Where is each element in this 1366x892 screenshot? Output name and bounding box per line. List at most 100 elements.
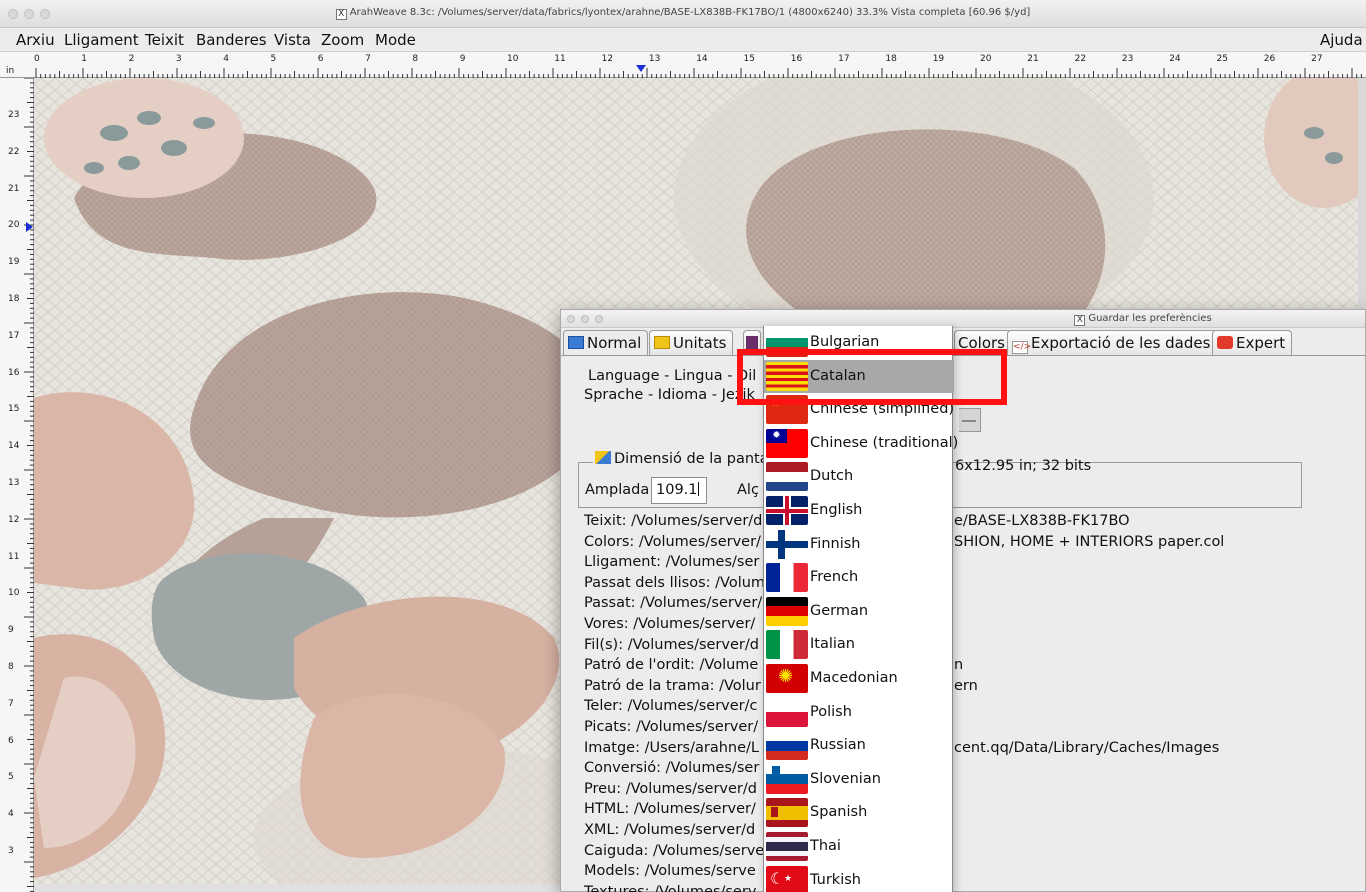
ruler-label: 17 <box>838 54 850 64</box>
width-value: 109.1 <box>656 482 698 498</box>
language-option[interactable]: German <box>764 595 954 629</box>
language-option-label: German <box>810 602 869 619</box>
language-option[interactable]: Thai <box>764 830 954 864</box>
tab-units[interactable]: Unitats <box>649 330 734 356</box>
menu-lligament[interactable]: Lligament <box>64 31 139 49</box>
ruler-label-vertical: 7 <box>8 698 14 709</box>
path-row-label: Imatge: /Users/arahne/L <box>584 739 759 756</box>
ruler-label: 3 <box>175 54 182 64</box>
ruler-position-marker-vertical-icon <box>26 222 33 232</box>
ruler-label-vertical: 10 <box>8 588 20 599</box>
ruler-label: 0 <box>34 54 40 64</box>
language-option[interactable]: Slovenian <box>764 763 954 797</box>
language-option[interactable]: ✹ Chinese (traditional) <box>764 427 958 461</box>
menu-zoom[interactable]: Zoom <box>321 31 364 49</box>
path-row-label: Preu: /Volumes/server/d <box>584 780 757 797</box>
ruler-label: 7 <box>365 54 371 64</box>
path-row-label: Colors: /Volumes/server/ <box>584 533 761 550</box>
ruler-label: 1 <box>81 54 88 64</box>
menu-help[interactable]: Ajuda <box>1320 31 1363 49</box>
language-option-label: Thai <box>810 838 841 854</box>
path-row-value: cent.qq/Data/Library/Caches/Images <box>954 739 1220 756</box>
ruler-label-vertical: 15 <box>8 404 20 415</box>
ruler-label-vertical: 14 <box>8 441 20 452</box>
ruler-label-vertical: 11 <box>8 551 20 562</box>
language-option[interactable]: ☾ ★ Turkish <box>764 864 954 892</box>
language-option-label: Turkish <box>810 871 861 888</box>
path-row-label: HTML: /Volumes/server/ <box>584 801 756 818</box>
language-option-label: Macedonian <box>810 670 898 686</box>
ruler-label: 21 <box>1027 54 1039 64</box>
path-row-label: Passat dels llisos: /Volum <box>584 574 766 591</box>
width-input[interactable]: 109.1 <box>651 477 707 504</box>
tab-expert[interactable]: Expert <box>1212 330 1293 356</box>
width-label: Amplada <box>585 482 650 498</box>
ruler-label-vertical: 22 <box>8 146 20 157</box>
language-option-label: Slovenian <box>810 770 881 787</box>
language-option[interactable]: Polish <box>764 696 954 730</box>
tab-normal[interactable]: Normal <box>563 330 649 356</box>
ruler-label-vertical: 21 <box>8 183 20 194</box>
horizontal-ruler[interactable]: in 0 1 2 3 4 5 6 7 8 9 10 11 12 13 14 15 16 17 18 19 20 21 22 2… <box>0 52 1366 78</box>
dialog-titlebar: X Guardar les preferències <box>561 310 1365 328</box>
flag-russia-icon <box>766 731 808 761</box>
language-option-label: Spanish <box>810 804 868 821</box>
dialog-title: Guardar les preferències <box>1088 313 1212 324</box>
path-row-label: Teler: /Volumes/server/c <box>584 698 758 715</box>
ruler-label: 16 <box>790 54 803 64</box>
language-option[interactable]: Dutch <box>764 460 954 494</box>
ruler-label: 2 <box>128 54 135 64</box>
ruler-label: 11 <box>554 54 566 64</box>
language-option-label: Bulgarian <box>810 334 880 350</box>
ruler-unit: in <box>6 66 15 76</box>
flag-macedonia-icon: ✺ <box>766 664 808 693</box>
language-dropdown-list[interactable]: Bulgarian Catalan ★ Chinese (simplified) ✹ Ch… <box>763 326 958 892</box>
menu-teixit[interactable]: Teixit <box>145 31 184 49</box>
ruler-label: 6 <box>317 54 324 64</box>
language-option[interactable]: Russian <box>764 729 954 763</box>
flag-thailand-icon <box>766 832 808 861</box>
language-combo-button[interactable] <box>959 408 981 432</box>
language-option[interactable]: ✺ Macedonian <box>764 662 954 696</box>
path-row-label: Conversió: /Volumes/ser <box>584 760 760 777</box>
menu-banderes[interactable]: Banderes <box>196 31 267 49</box>
ruler-label-vertical: 23 <box>8 110 20 120</box>
path-row-label: Lligament: /Volumes/ser <box>584 554 760 571</box>
path-row-value: SHION, HOME + INTERIORS paper.col <box>954 533 1225 550</box>
screen-info: 6x12.95 in; 32 bits <box>955 458 1092 474</box>
ruler-label: 8 <box>412 54 419 64</box>
language-option[interactable]: Finnish <box>764 528 954 562</box>
ruler-label: 14 <box>696 54 708 64</box>
language-option[interactable]: Spanish <box>764 796 954 830</box>
flag-italy-icon <box>766 630 808 660</box>
ruler-label-vertical: 17 <box>8 330 20 341</box>
language-option-label: Italian <box>810 636 855 653</box>
menu-vista[interactable]: Vista <box>274 31 311 49</box>
language-option-label: Polish <box>810 703 852 720</box>
vertical-ruler[interactable]: 23 22 21 20 19 18 17 16 15 14 13 12 11 10 9 8 7 6 5 4 3 <box>0 78 34 892</box>
flag-uk-icon <box>766 496 808 525</box>
flag-spain-icon <box>766 798 808 828</box>
screen-group-title: Dimensió de la pantalla <box>593 451 788 467</box>
language-option[interactable]: English <box>764 494 954 528</box>
window-titlebar: X ArahWeave 8.3c: /Volumes/server/data/fa… <box>0 0 1366 28</box>
menu-mode[interactable]: Mode <box>375 31 416 49</box>
path-row-label: Patró de l'ordit: /Volume <box>584 657 759 674</box>
tab-data-export[interactable]: </>Exportació de les dades <box>1007 330 1218 356</box>
x11-dialog-icon: X <box>1074 315 1086 326</box>
language-label-2: Sprache - Idioma - Jezik <box>584 387 755 403</box>
language-option[interactable]: Italian <box>764 628 954 662</box>
flag-taiwan-icon: ✹ <box>766 428 808 458</box>
monitor-icon <box>568 336 584 349</box>
dialog-body: Language - Lingua - Dil Sprache - Idioma… <box>561 355 1366 892</box>
path-row-label: Passat: /Volumes/server/ <box>584 595 763 612</box>
ruler-label: 20 <box>980 54 992 64</box>
ruler-label-vertical: 16 <box>8 367 20 378</box>
menu-arxiu[interactable]: Arxiu <box>16 31 55 49</box>
language-option-label: French <box>810 569 859 586</box>
language-option-label: English <box>810 502 863 518</box>
language-option[interactable]: French <box>764 561 954 595</box>
ruler-ticks <box>35 65 1362 78</box>
language-option-label: Chinese (traditional) <box>810 434 959 451</box>
ruler-label-vertical: 3 <box>8 846 14 856</box>
